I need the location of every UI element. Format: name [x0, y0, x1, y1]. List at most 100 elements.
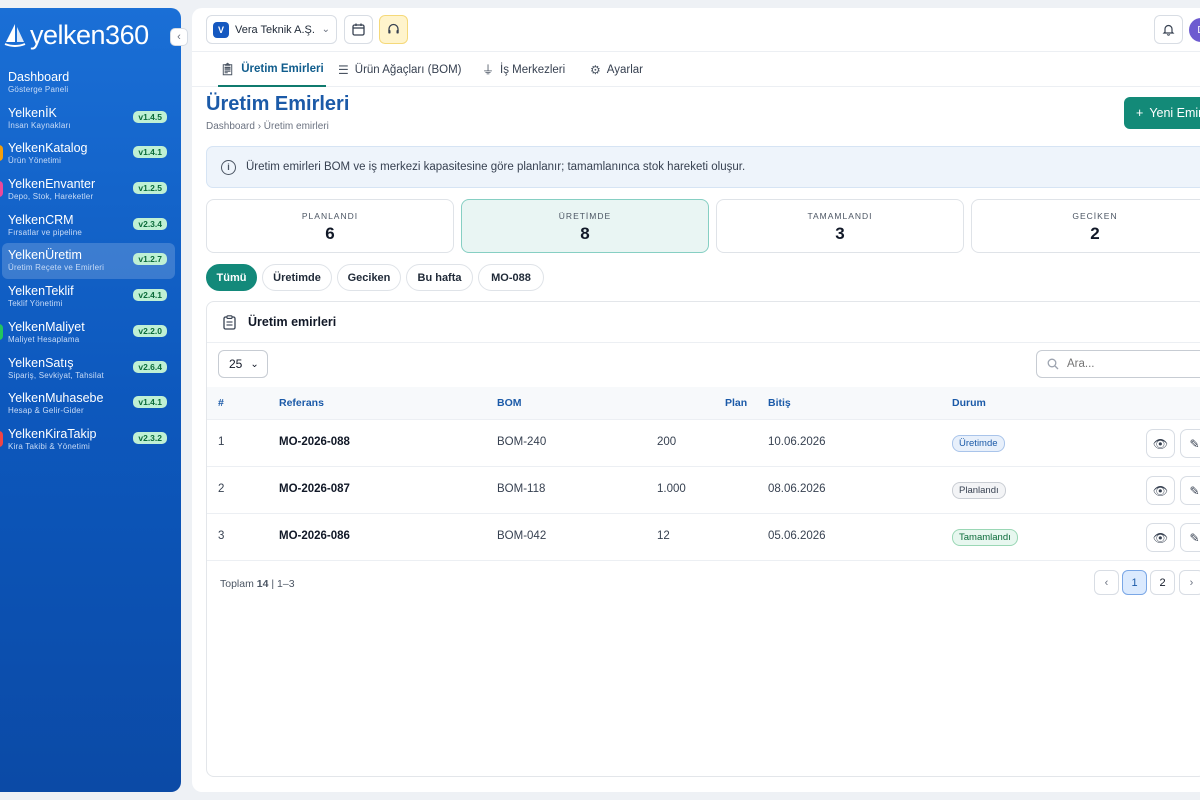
stat-value: 6 — [325, 224, 335, 243]
bom-code: BOM-240 — [497, 436, 547, 448]
tab-urun-agaclari[interactable]: ☰ Ürün Ağaçları (BOM) — [338, 52, 462, 87]
search-field[interactable] — [1036, 350, 1200, 378]
prev-page-button[interactable]: ‹ — [1094, 570, 1119, 595]
avatar[interactable]: D — [1189, 18, 1200, 42]
edit-icon: ✎ — [1189, 483, 1200, 498]
company-selector[interactable]: V Vera Teknik A.Ş. ⌄ — [206, 15, 337, 44]
total-prefix: Toplam — [220, 578, 254, 590]
view-button[interactable]: 👁︎ — [1146, 429, 1175, 458]
tab-label: İş Merkezleri — [500, 63, 566, 76]
version-badge: v1.4.5 — [133, 110, 167, 123]
page-size-select[interactable]: 25 ⌄ — [218, 350, 268, 378]
column-header[interactable]: Referans — [279, 397, 324, 409]
column-header[interactable]: Bitiş — [768, 397, 791, 409]
plan-quantity: 12 — [657, 530, 670, 542]
company-name: Vera Teknik A.Ş. — [235, 23, 315, 36]
order-reference[interactable]: MO-2026-086 — [279, 530, 350, 542]
stat-card-geciken[interactable]: GECİKEN 2 — [971, 199, 1200, 253]
row-number: 1 — [218, 436, 225, 448]
stat-label: PLANLANDI — [301, 211, 359, 221]
calendar-button[interactable] — [344, 15, 373, 44]
eye-icon: 👁︎ — [1152, 530, 1169, 545]
plus-icon: + — [1136, 106, 1144, 120]
bell-icon — [1162, 24, 1175, 36]
filter-chip-tumu[interactable]: Tümü — [206, 264, 257, 291]
version-badge: v1.2.5 — [133, 182, 167, 195]
edit-icon: ✎ — [1189, 436, 1200, 451]
page-button-2[interactable]: 2 — [1150, 570, 1175, 595]
info-icon: i — [221, 159, 236, 175]
edit-button[interactable]: ✎ — [1180, 523, 1200, 552]
sidebar-item-yelkenmaliyet[interactable]: YelkenMaliyet Maliyet Hesaplama v2.2.0 — [0, 315, 175, 351]
sidebar-item-yelkenenvanter[interactable]: YelkenEnvanter Depo, Stok, Hareketler v1… — [0, 172, 175, 208]
plan-quantity: 200 — [657, 436, 677, 448]
sidebar-item-yelkenik[interactable]: YelkenİK İnsan Kaynakları v1.4.5 — [0, 101, 175, 137]
sidebar-item-yelkenmuhasebe[interactable]: YelkenMuhasebe Hesap & Gelir-Gider v1.4.… — [0, 386, 175, 422]
version-badge: v2.2.0 — [133, 324, 167, 337]
sidebar-item-yelkensatis[interactable]: YelkenSatış Sipariş, Sevkiyat, Tahsilat … — [0, 351, 175, 387]
version-badge: v1.4.1 — [133, 146, 167, 159]
module-color-marker — [0, 323, 3, 340]
collapse-sidebar-button[interactable]: ‹ — [170, 28, 188, 46]
filter-chip-mo-088[interactable]: MO-088 — [478, 264, 544, 291]
notifications-button[interactable] — [1154, 15, 1183, 44]
table-row[interactable]: 1 MO-2026-088 BOM-240 200 10.06.2026 Üre… — [207, 420, 1200, 467]
edit-button[interactable]: ✎ — [1180, 429, 1200, 458]
tab-is-merkezleri[interactable]: ⏚ İş Merkezleri — [482, 52, 565, 87]
edit-icon: ✎ — [1189, 530, 1200, 545]
clipboard-list-icon — [223, 314, 236, 330]
page-title: Üretim Emirleri — [206, 93, 350, 115]
column-header[interactable]: Plan — [725, 397, 747, 409]
table-row[interactable]: 2 MO-2026-087 BOM-118 1.000 08.06.2026 P… — [207, 467, 1200, 514]
sidebar-item-yelkencrm[interactable]: YelkenCRM Fırsatlar ve pipeline v2.3.4 — [0, 208, 175, 244]
stat-card-tamamlandi[interactable]: TAMAMLANDI 3 — [716, 199, 964, 253]
filter-chip-uretimde[interactable]: Üretimde — [262, 264, 332, 291]
sidebar-item-dashboard[interactable]: Dashboard Gösterge Paneli — [0, 65, 175, 101]
total-count: 14 — [256, 578, 269, 590]
filter-chip-geciken[interactable]: Geciken — [337, 264, 401, 291]
tab-label: Ürün Ağaçları (BOM) — [354, 63, 462, 76]
chevron-down-icon: ⌄ — [250, 358, 259, 370]
breadcrumb[interactable]: Dashboard › Üretim emirleri — [206, 121, 329, 132]
filter-chip-bu-hafta[interactable]: Bu hafta — [406, 264, 473, 291]
chevron-down-icon: ⌄ — [321, 24, 330, 35]
column-header[interactable]: Durum — [952, 397, 986, 409]
sidebar-item-yelkenuretim[interactable]: YelkenÜretim Üretim Reçete ve Emirleri v… — [2, 243, 175, 280]
total-summary: Toplam 14 | 1–3 — [220, 578, 295, 590]
stat-card-planlandi[interactable]: PLANLANDI 6 — [206, 199, 454, 253]
sidebar-item-yelkenkatalog[interactable]: YelkenKatalog Ürün Yönetimi v1.4.1 — [0, 136, 175, 172]
stat-card-uretimde[interactable]: ÜRETİMDE 8 — [461, 199, 709, 253]
edit-button[interactable]: ✎ — [1180, 476, 1200, 505]
eye-icon: 👁︎ — [1152, 436, 1169, 451]
logo[interactable]: yelken360 — [4, 18, 149, 52]
page-button-1[interactable]: 1 — [1122, 570, 1147, 595]
sidebar-item-yelkenkiratakip[interactable]: YelkenKiraTakip Kira Takibi & Yönetimi v… — [0, 422, 175, 458]
version-badge: v1.2.7 — [133, 253, 167, 266]
next-page-button[interactable]: › — [1179, 570, 1200, 595]
order-reference[interactable]: MO-2026-088 — [279, 436, 350, 448]
row-number: 3 — [218, 530, 225, 542]
table-row[interactable]: 3 MO-2026-086 BOM-042 12 05.06.2026 Tama… — [207, 514, 1200, 561]
search-input[interactable] — [1067, 358, 1187, 370]
support-button[interactable] — [379, 15, 408, 44]
tab-uretim-emirleri[interactable]: 📋︎ Üretim Emirleri — [218, 52, 326, 87]
view-button[interactable]: 👁︎ — [1146, 476, 1175, 505]
table-header: # Referans BOM Plan Bitiş Durum — [207, 387, 1200, 420]
version-badge: v2.4.1 — [133, 289, 167, 302]
end-date: 08.06.2026 — [768, 483, 826, 495]
headset-icon — [388, 23, 399, 34]
column-header: # — [218, 397, 224, 409]
tab-ayarlar[interactable]: ⚙ Ayarlar — [590, 52, 643, 87]
version-badge: v2.3.2 — [133, 431, 167, 444]
stat-label: TAMAMLANDI — [807, 211, 873, 221]
view-button[interactable]: 👁︎ — [1146, 523, 1175, 552]
orders-card: Üretim emirleri 25 ⌄ # Referans BOM Plan… — [206, 301, 1200, 777]
column-header[interactable]: BOM — [497, 397, 522, 409]
sidebar-item-subtitle: Gösterge Paneli — [8, 85, 69, 94]
order-reference[interactable]: MO-2026-087 — [279, 483, 350, 495]
tree-list-icon: ☰ — [338, 62, 349, 77]
sail-icon — [4, 24, 26, 47]
new-order-button[interactable]: + Yeni Emir — [1124, 97, 1200, 129]
sidebar-item-yelkenteklif[interactable]: YelkenTeklif Teklif Yönetimi v2.4.1 — [0, 279, 175, 315]
row-number: 2 — [218, 483, 225, 495]
